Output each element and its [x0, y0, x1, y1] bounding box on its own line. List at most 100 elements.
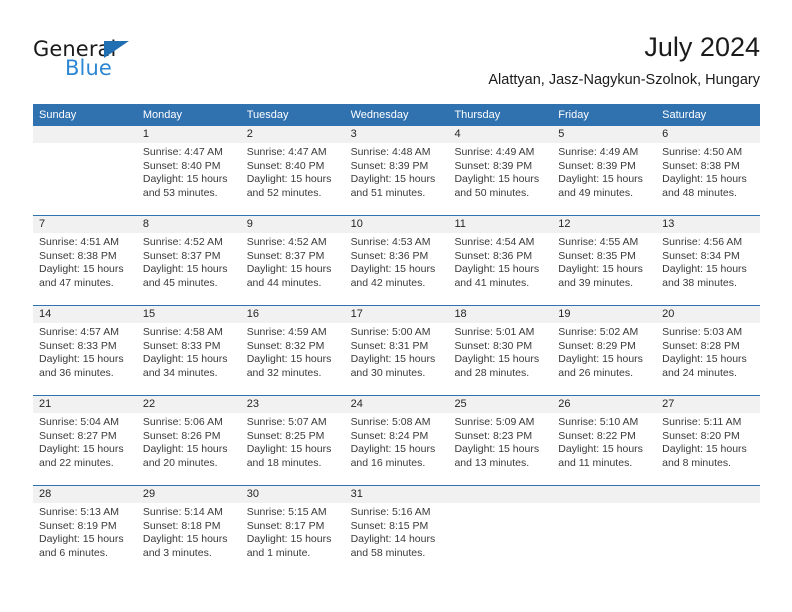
day-number[interactable]: 4 — [448, 126, 552, 143]
day-detail-line: Sunset: 8:23 PM — [454, 429, 533, 442]
day-detail-line: Daylight: 15 hours — [558, 443, 643, 456]
day-cell[interactable]: Sunrise: 5:13 AM Sunset: 8:19 PM Daylight:… — [33, 503, 137, 575]
day-cell[interactable]: Sunrise: 5:04 AM Sunset: 8:27 PM Daylight:… — [33, 413, 137, 485]
day-number[interactable]: 9 — [241, 216, 345, 233]
day-number[interactable]: 3 — [345, 126, 449, 143]
day-detail-line: Daylight: 15 hours — [662, 443, 747, 456]
day-detail-line: Sunset: 8:38 PM — [39, 249, 117, 262]
day-detail-line: Sunrise: 4:53 AM — [350, 236, 431, 248]
day-detail-line: Sunrise: 5:16 AM — [350, 506, 431, 518]
day-number[interactable]: 16 — [241, 306, 345, 323]
day-cell[interactable]: Sunrise: 5:02 AM Sunset: 8:29 PM Daylight:… — [552, 323, 656, 395]
day-number[interactable]: 14 — [33, 306, 137, 323]
day-detail-line: and 53 minutes. — [142, 186, 218, 199]
day-detail-line: Sunset: 8:39 PM — [454, 159, 533, 172]
day-number[interactable]: 6 — [656, 126, 760, 143]
day-cell[interactable]: Sunrise: 4:48 AM Sunset: 8:39 PM Daylight:… — [345, 143, 449, 215]
day-cell-empty — [448, 503, 552, 575]
day-cell[interactable]: Sunrise: 5:01 AM Sunset: 8:30 PM Daylight:… — [448, 323, 552, 395]
week-day-number-band: 123456 — [33, 126, 760, 143]
day-cell[interactable]: Sunrise: 5:00 AM Sunset: 8:31 PM Daylight:… — [345, 323, 449, 395]
day-number[interactable]: 28 — [33, 486, 137, 503]
day-number[interactable]: 26 — [552, 396, 656, 413]
day-detail-line: and 41 minutes. — [454, 276, 530, 289]
day-number[interactable]: 18 — [448, 306, 552, 323]
day-detail-line: and 13 minutes. — [454, 456, 530, 469]
day-detail-line: and 30 minutes. — [350, 366, 426, 379]
day-cell[interactable]: Sunrise: 4:47 AM Sunset: 8:40 PM Daylight:… — [241, 143, 345, 215]
day-cell[interactable]: Sunrise: 4:58 AM Sunset: 8:33 PM Daylight:… — [137, 323, 241, 395]
day-number[interactable]: 13 — [656, 216, 760, 233]
day-detail-line: Sunset: 8:30 PM — [454, 339, 533, 352]
day-detail-line: Daylight: 15 hours — [142, 443, 228, 456]
day-detail-line: Sunset: 8:25 PM — [246, 429, 325, 442]
day-number[interactable]: 10 — [345, 216, 449, 233]
weekday-header-sunday: Sunday — [39, 109, 77, 121]
day-number[interactable]: 5 — [552, 126, 656, 143]
day-detail-line: Sunrise: 4:52 AM — [142, 236, 223, 248]
day-cell[interactable]: Sunrise: 5:09 AM Sunset: 8:23 PM Daylight:… — [448, 413, 552, 485]
day-cell[interactable]: Sunrise: 4:49 AM Sunset: 8:39 PM Daylight:… — [448, 143, 552, 215]
day-cell[interactable]: Sunrise: 4:57 AM Sunset: 8:33 PM Daylight:… — [33, 323, 137, 395]
day-detail-line: Daylight: 15 hours — [350, 263, 436, 276]
day-number[interactable]: 27 — [656, 396, 760, 413]
day-detail-line: Daylight: 15 hours — [39, 443, 124, 456]
day-cell[interactable]: Sunrise: 5:07 AM Sunset: 8:25 PM Daylight:… — [241, 413, 345, 485]
day-detail-line: Sunrise: 5:11 AM — [662, 416, 742, 428]
day-detail-line: and 22 minutes. — [39, 456, 114, 469]
day-number[interactable]: 20 — [656, 306, 760, 323]
day-cell[interactable]: Sunrise: 4:52 AM Sunset: 8:37 PM Daylight:… — [241, 233, 345, 305]
day-number[interactable]: 21 — [33, 396, 137, 413]
day-number[interactable]: 30 — [241, 486, 345, 503]
day-number[interactable]: 19 — [552, 306, 656, 323]
day-number[interactable]: 11 — [448, 216, 552, 233]
day-cell[interactable]: Sunrise: 4:59 AM Sunset: 8:32 PM Daylight:… — [241, 323, 345, 395]
day-number[interactable]: 7 — [33, 216, 137, 233]
day-cell[interactable]: Sunrise: 5:11 AM Sunset: 8:20 PM Daylight:… — [656, 413, 760, 485]
day-cell[interactable]: Sunrise: 5:08 AM Sunset: 8:24 PM Daylight:… — [345, 413, 449, 485]
day-number[interactable]: 31 — [345, 486, 449, 503]
day-detail-line: Daylight: 15 hours — [662, 173, 747, 186]
day-number[interactable]: 25 — [448, 396, 552, 413]
day-number[interactable]: 2 — [241, 126, 345, 143]
day-detail-line: and 11 minutes. — [558, 456, 633, 469]
day-number[interactable]: 23 — [241, 396, 345, 413]
day-cell[interactable]: Sunrise: 4:55 AM Sunset: 8:35 PM Daylight:… — [552, 233, 656, 305]
day-detail-line: Daylight: 15 hours — [662, 353, 747, 366]
day-number[interactable]: 15 — [137, 306, 241, 323]
day-detail-line: Sunrise: 5:15 AM — [246, 506, 327, 518]
day-cell[interactable]: Sunrise: 4:50 AM Sunset: 8:38 PM Daylight:… — [656, 143, 760, 215]
day-cell[interactable]: Sunrise: 5:15 AM Sunset: 8:17 PM Daylight:… — [241, 503, 345, 575]
day-detail-line: Daylight: 14 hours — [350, 533, 436, 546]
day-cell[interactable]: Sunrise: 4:52 AM Sunset: 8:37 PM Daylight:… — [137, 233, 241, 305]
day-detail-line: and 58 minutes. — [350, 546, 426, 559]
day-detail-line: and 52 minutes. — [246, 186, 322, 199]
day-number[interactable]: 17 — [345, 306, 449, 323]
general-blue-logo[interactable]: General Blue — [33, 37, 233, 85]
day-cell[interactable]: Sunrise: 4:47 AM Sunset: 8:40 PM Daylight:… — [137, 143, 241, 215]
day-detail-line: and 26 minutes. — [558, 366, 634, 379]
day-cell[interactable]: Sunrise: 5:16 AM Sunset: 8:15 PM Daylight:… — [345, 503, 449, 575]
day-detail-line: Sunset: 8:40 PM — [246, 159, 325, 172]
week-day-number-band: 28 29 30 31 — [33, 486, 760, 503]
day-detail-line: Sunset: 8:34 PM — [662, 249, 740, 262]
day-number[interactable]: 22 — [137, 396, 241, 413]
day-number[interactable]: 29 — [137, 486, 241, 503]
day-cell[interactable]: Sunrise: 4:56 AM Sunset: 8:34 PM Daylight:… — [656, 233, 760, 305]
day-detail-line: and 45 minutes. — [142, 276, 218, 289]
day-cell[interactable]: Sunrise: 4:53 AM Sunset: 8:36 PM Daylight:… — [345, 233, 449, 305]
day-number[interactable]: 24 — [345, 396, 449, 413]
day-number-empty — [656, 486, 760, 503]
day-cell[interactable]: Sunrise: 4:51 AM Sunset: 8:38 PM Daylight:… — [33, 233, 137, 305]
day-cell[interactable]: Sunrise: 5:10 AM Sunset: 8:22 PM Daylight:… — [552, 413, 656, 485]
day-cell[interactable]: Sunrise: 4:49 AM Sunset: 8:39 PM Daylight:… — [552, 143, 656, 215]
day-cell[interactable]: Sunrise: 5:14 AM Sunset: 8:18 PM Daylight:… — [137, 503, 241, 575]
day-cell[interactable]: Sunrise: 4:54 AM Sunset: 8:36 PM Daylight:… — [448, 233, 552, 305]
day-number[interactable]: 8 — [137, 216, 241, 233]
day-detail-line: Sunset: 8:33 PM — [39, 339, 117, 352]
day-detail-line: Sunset: 8:40 PM — [142, 159, 221, 172]
day-cell[interactable]: Sunrise: 5:03 AM Sunset: 8:28 PM Daylight:… — [656, 323, 760, 395]
day-cell[interactable]: Sunrise: 5:06 AM Sunset: 8:26 PM Daylight:… — [137, 413, 241, 485]
day-number[interactable]: 1 — [137, 126, 241, 143]
day-number[interactable]: 12 — [552, 216, 656, 233]
